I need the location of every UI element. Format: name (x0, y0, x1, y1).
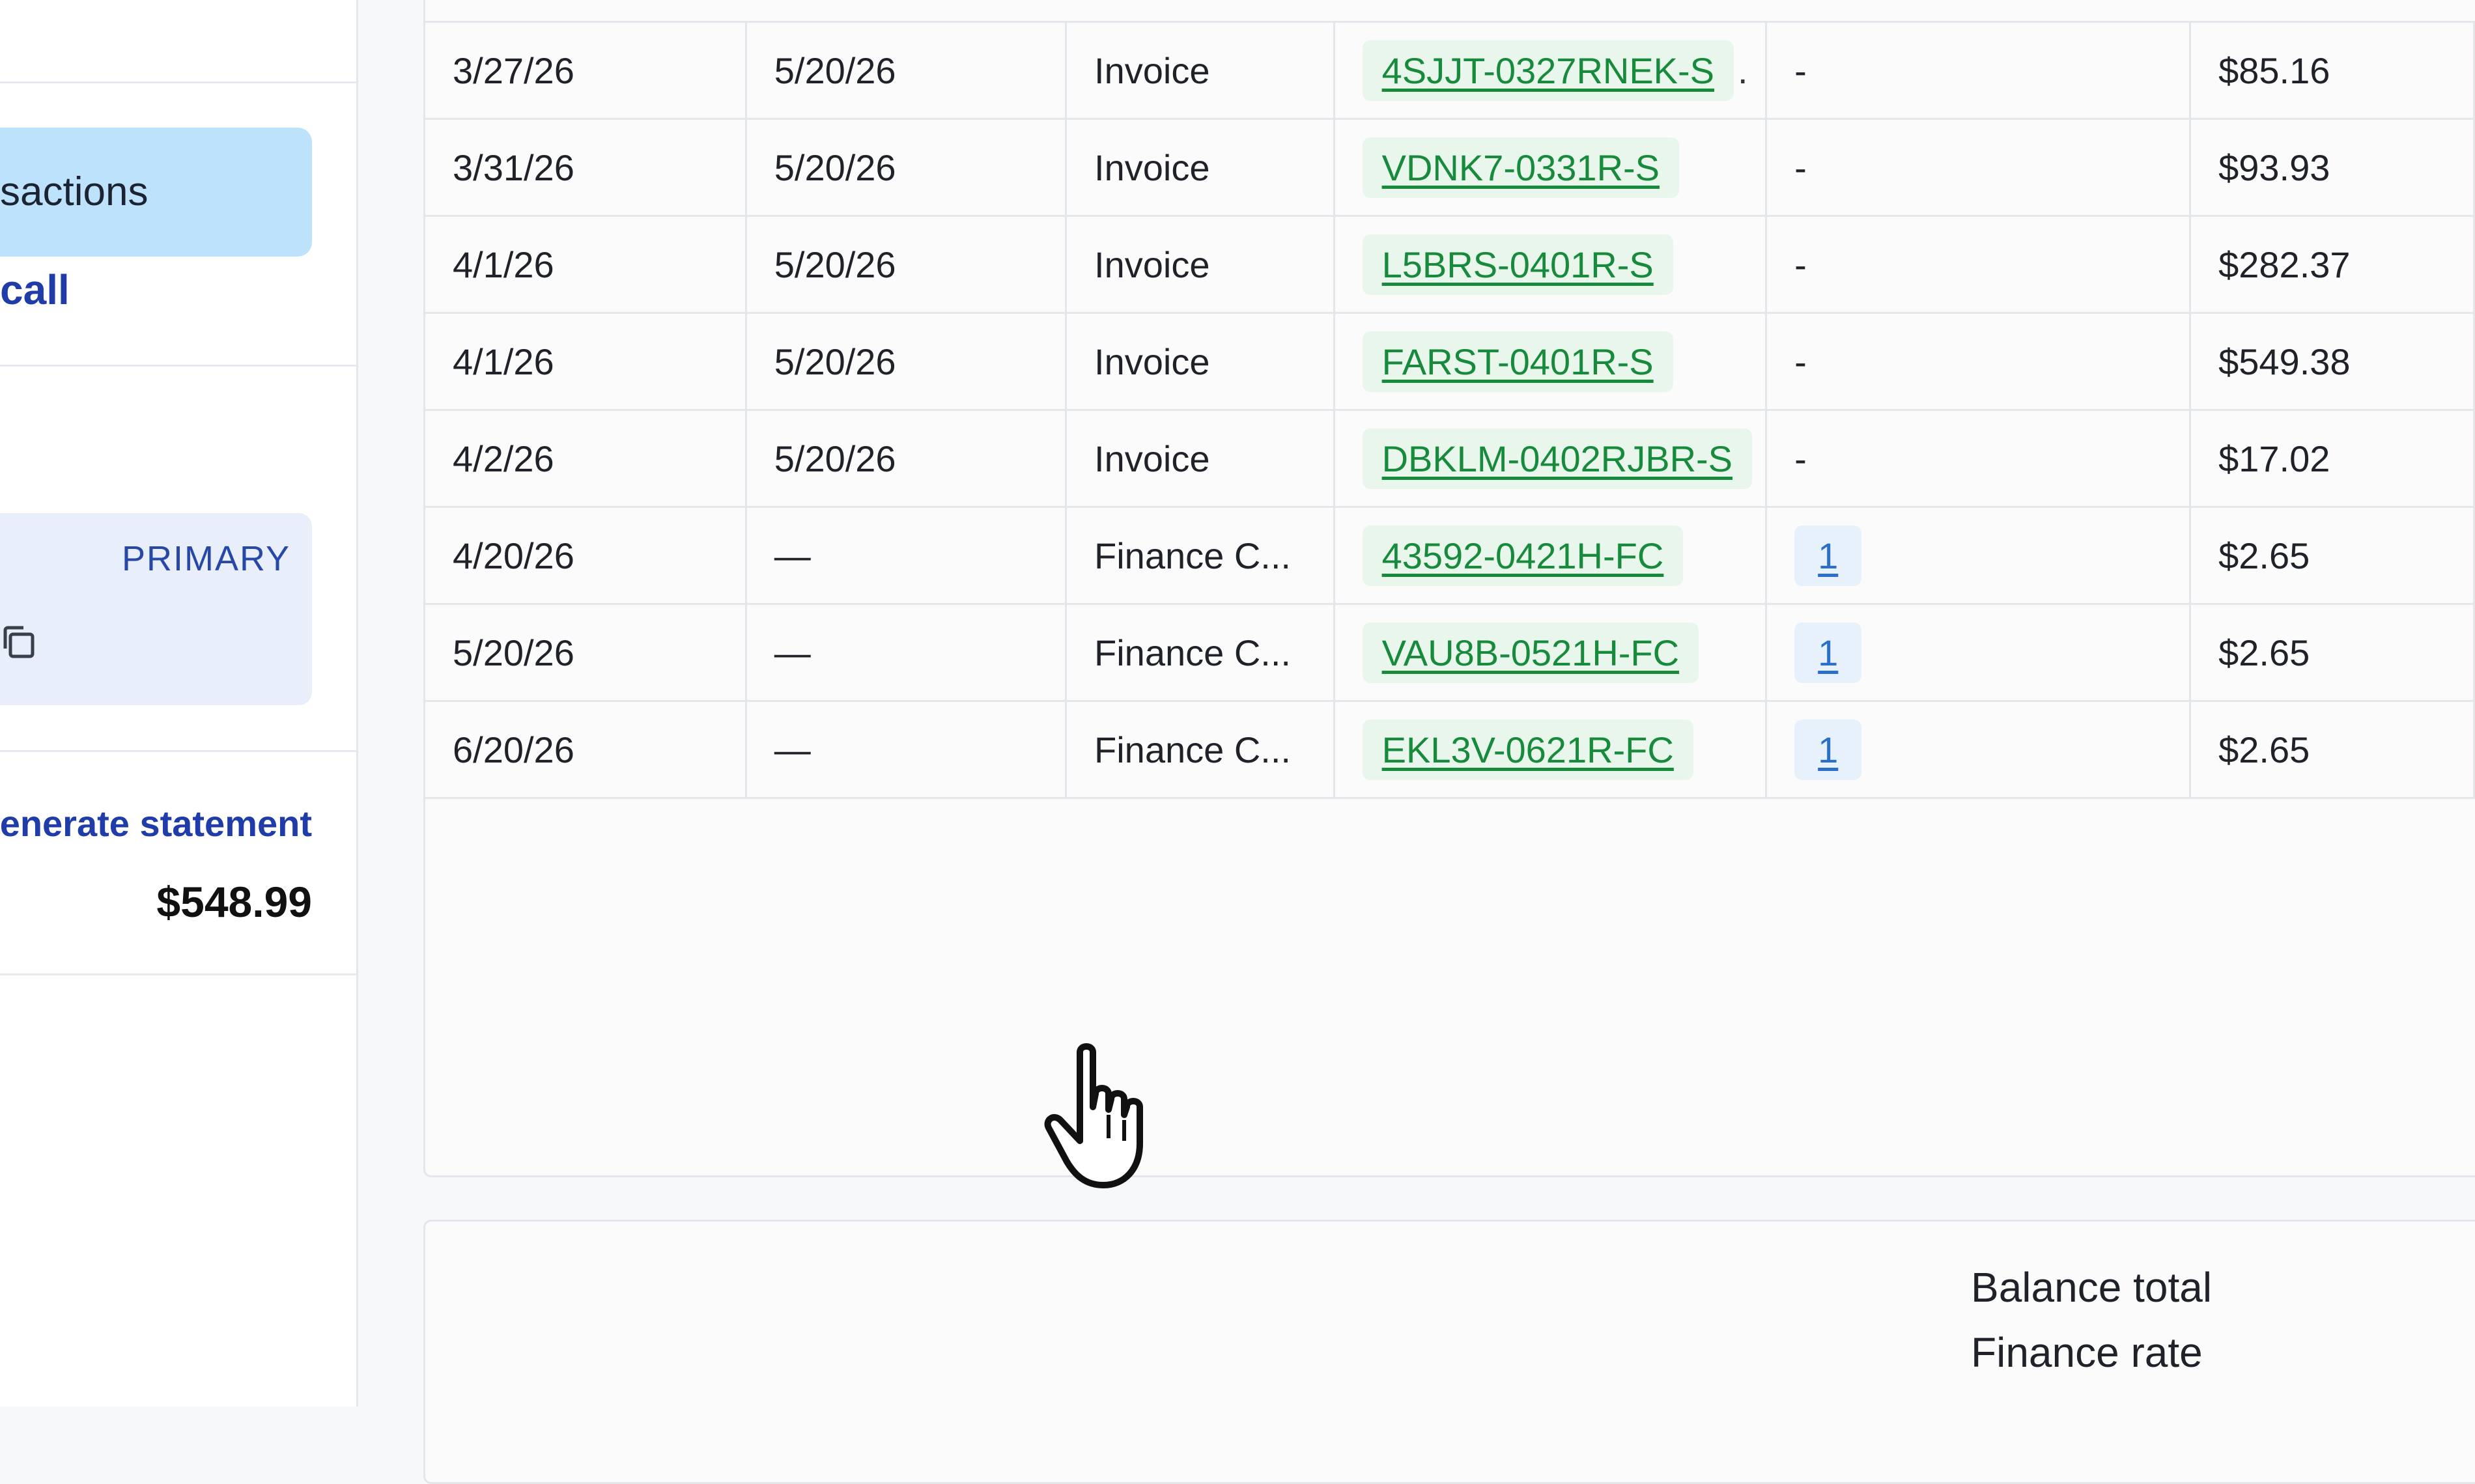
call-link[interactable]: call (0, 264, 70, 316)
transaction-id-link[interactable]: VAU8B-0521H-FC (1362, 622, 1699, 683)
balance-amount: $548.99 (156, 878, 312, 926)
amount-cell: $282.37 (2190, 216, 2475, 314)
transaction-id-link[interactable]: FARST-0401R-S (1362, 331, 1673, 392)
transactions-table: 3/27/26 5/20/26 Invoice 4SJJT-0327RNEK-S. - $… (425, 21, 2475, 799)
amount-cell: $17.02 (2190, 410, 2475, 508)
date-cell: 3/31/26 (425, 119, 747, 217)
due-date-cell: 5/20/26 (746, 313, 1068, 411)
transaction-id-cell: DBKLM-0402RJBR-S (1334, 410, 1768, 508)
sidebar: sactions call PRIMARY enerate statement … (0, 0, 358, 1407)
finance-rate-label: Finance rate (1971, 1329, 2203, 1376)
type-cell: Invoice (1066, 21, 1335, 120)
amount-cell: $549.38 (2190, 313, 2475, 411)
table-row[interactable]: 3/31/26 5/20/26 Invoice VDNK7-0331R-S - $93.9… (425, 119, 2475, 217)
due-date-cell: — (746, 507, 1068, 605)
date-cell: 3/27/26 (425, 21, 747, 120)
type-cell: Invoice (1066, 119, 1335, 217)
generate-statement-link[interactable]: enerate statement (0, 801, 312, 847)
reference-empty: - (1794, 244, 1807, 285)
amount-cell: $2.65 (2190, 507, 2475, 605)
reference-link[interactable]: 1 (1794, 719, 1862, 780)
sidebar-divider (0, 81, 356, 83)
transaction-id-cell: VAU8B-0521H-FC (1334, 604, 1768, 702)
date-cell: 6/20/26 (425, 701, 747, 799)
due-date-cell: 5/20/26 (746, 119, 1068, 217)
primary-contact-card: PRIMARY (0, 513, 312, 705)
type-cell: Finance C... (1066, 604, 1335, 702)
table-row[interactable]: 4/2/26 5/20/26 Invoice DBKLM-0402RJBR-S - $17… (425, 410, 2475, 508)
transaction-id-link[interactable]: L5BRS-0401R-S (1362, 234, 1673, 295)
type-cell: Finance C... (1066, 701, 1335, 799)
transaction-id-cell: 43592-0421H-FC (1334, 507, 1768, 605)
table-row[interactable]: 3/27/26 5/20/26 Invoice 4SJJT-0327RNEK-S. - $… (425, 21, 2475, 120)
transaction-id-link[interactable]: VDNK7-0331R-S (1362, 137, 1680, 198)
sidebar-divider (0, 973, 356, 975)
transaction-id-cell: VDNK7-0331R-S (1334, 119, 1768, 217)
amount-cell: $2.65 (2190, 701, 2475, 799)
date-cell: 4/1/26 (425, 216, 747, 314)
sidebar-item-transactions-label[interactable]: sactions (0, 128, 148, 257)
due-date-cell: — (746, 604, 1068, 702)
amount-cell: $2.65 (2190, 604, 2475, 702)
due-date-cell: 5/20/26 (746, 216, 1068, 314)
sidebar-divider (0, 365, 356, 367)
copy-icon[interactable] (0, 623, 38, 662)
date-cell: 4/1/26 (425, 313, 747, 411)
transaction-id-cell: L5BRS-0401R-S (1334, 216, 1768, 314)
due-date-cell: — (746, 701, 1068, 799)
reference-link[interactable]: 1 (1794, 622, 1862, 683)
table-row[interactable]: 6/20/26— Finance C... EKL3V-0621R-FC 1 $2.65 (425, 701, 2475, 799)
reference-empty: - (1794, 147, 1807, 188)
reference-cell: 1 (1766, 507, 2192, 605)
reference-link[interactable]: 1 (1794, 525, 1862, 586)
type-cell: Finance C... (1066, 507, 1335, 605)
reference-cell: - (1766, 119, 2192, 217)
table-row[interactable]: 4/1/26 5/20/26 Invoice L5BRS-0401R-S - $282.3… (425, 216, 2475, 314)
due-date-cell: 5/20/26 (746, 21, 1068, 120)
sidebar-divider (0, 750, 356, 752)
reference-empty: - (1794, 438, 1807, 479)
reference-empty: - (1794, 341, 1807, 382)
due-date-cell: 5/20/26 (746, 410, 1068, 508)
reference-cell: 1 (1766, 604, 2192, 702)
transaction-id-cell: FARST-0401R-S (1334, 313, 1768, 411)
transaction-id-link[interactable]: DBKLM-0402RJBR-S (1362, 428, 1753, 489)
reference-cell: - (1766, 313, 2192, 411)
transaction-id-link[interactable]: EKL3V-0621R-FC (1362, 719, 1693, 780)
type-cell: Invoice (1066, 313, 1335, 411)
amount-cell: $93.93 (2190, 119, 2475, 217)
balance-total-label: Balance total (1971, 1264, 2213, 1311)
type-cell: Invoice (1066, 410, 1335, 508)
reference-empty: - (1794, 49, 1807, 91)
amount-cell: $85.16 (2190, 21, 2475, 120)
primary-badge: PRIMARY (121, 539, 290, 578)
truncation-marker: . (1738, 49, 1748, 91)
reference-cell: 1 (1766, 701, 2192, 799)
reference-cell: - (1766, 216, 2192, 314)
date-cell: 5/20/26 (425, 604, 747, 702)
hand-pointer-cursor-icon (1044, 1043, 1143, 1188)
transaction-id-link[interactable]: 4SJJT-0327RNEK-S (1362, 40, 1734, 101)
type-cell: Invoice (1066, 216, 1335, 314)
transaction-id-cell: 4SJJT-0327RNEK-S. (1334, 21, 1768, 120)
reference-cell: - (1766, 21, 2192, 120)
table-row[interactable]: 4/1/26 5/20/26 Invoice FARST-0401R-S - $549.3… (425, 313, 2475, 411)
reference-cell: - (1766, 410, 2192, 508)
date-cell: 4/2/26 (425, 410, 747, 508)
transaction-id-link[interactable]: 43592-0421H-FC (1362, 525, 1684, 586)
table-row[interactable]: 5/20/26— Finance C... VAU8B-0521H-FC 1 $2.65 (425, 604, 2475, 702)
transaction-id-cell: EKL3V-0621R-FC (1334, 701, 1768, 799)
table-row[interactable]: 4/20/26— Finance C... 43592-0421H-FC 1 $2.65 (425, 507, 2475, 605)
date-cell: 4/20/26 (425, 507, 747, 605)
